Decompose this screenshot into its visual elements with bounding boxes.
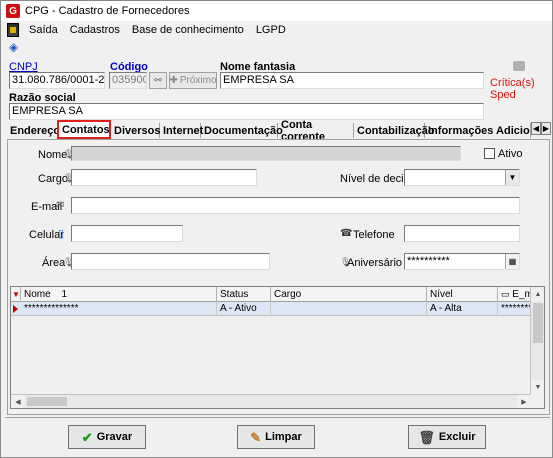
gravar-button-label: Gravar	[96, 431, 133, 443]
main-window: G CPG - Cadastro de Fornecedores Saída C…	[0, 0, 553, 458]
menu-cadastros[interactable]: Cadastros	[64, 24, 126, 36]
gravar-button[interactable]: ✔ Gravar	[68, 425, 146, 449]
tab-informacoes-adicionais[interactable]: Informações Adiciona	[425, 123, 531, 138]
title-bar: G CPG - Cadastro de Fornecedores	[1, 1, 552, 21]
calendar-icon[interactable]: ▦	[505, 254, 519, 269]
table-row[interactable]: ************** A - Ativo A - Alta ******…	[11, 302, 531, 316]
envelope-icon: ✉	[56, 200, 65, 211]
cell-nome[interactable]: **************	[21, 302, 217, 316]
broom-icon: ✎	[250, 429, 262, 445]
limpar-button[interactable]: ✎ Limpar	[237, 425, 315, 449]
tab-contatos[interactable]: Contatos	[57, 120, 111, 139]
current-row-indicator-icon	[13, 305, 18, 313]
cargo-field[interactable]	[71, 169, 257, 186]
scroll-thumb[interactable]	[27, 397, 67, 406]
codigo-field[interactable]: 035900	[109, 72, 147, 89]
checkmark-icon: ✔	[81, 429, 93, 445]
ativo-label: Ativo	[498, 148, 523, 160]
binoculars-search-button[interactable]: ⚯	[149, 72, 167, 89]
tab-scroll-left-button[interactable]: ◀	[531, 122, 541, 135]
trash-icon: 🗑	[418, 429, 435, 445]
area-label: Área	[42, 257, 66, 269]
email-column-icon: ▭	[501, 289, 510, 299]
plus-icon: ✚	[169, 75, 178, 86]
mobile-phone-icon: ▯	[58, 228, 65, 240]
fantasia-field[interactable]: EMPRESA SA	[220, 72, 484, 89]
tab-endereco[interactable]: Endereço	[7, 123, 60, 138]
tab-diversos[interactable]: Diversos	[111, 123, 160, 138]
celular-field[interactable]	[71, 225, 183, 242]
binoculars-icon: ⚯	[154, 75, 162, 85]
column-email[interactable]: ▭ E_ma	[498, 287, 531, 302]
menu-saida[interactable]: Saída	[23, 24, 64, 36]
excluir-button-label: Excluir	[438, 431, 476, 443]
cell-email[interactable]: **********	[498, 302, 531, 316]
razao-field[interactable]: EMPRESA SA	[9, 103, 484, 120]
tab-conta-corrente[interactable]: Conta corrente	[278, 119, 354, 143]
contatos-grid[interactable]: ▼ Nome 1 Status Cargo Nível ▭ E_ma *****…	[10, 286, 545, 409]
column-nome-label: Nome	[24, 289, 51, 300]
excluir-button[interactable]: 🗑 Excluir	[408, 425, 486, 449]
scroll-up-icon[interactable]: ▲	[531, 287, 544, 301]
cell-status[interactable]: A - Ativo	[217, 302, 271, 316]
menu-lgpd[interactable]: LGPD	[250, 24, 292, 36]
sort-indicator: 1	[61, 289, 68, 300]
menu-bar: Saída Cadastros Base de conhecimento LGP…	[1, 21, 552, 39]
app-icon: G	[6, 4, 20, 18]
door-exit-icon	[7, 23, 19, 37]
footer-divider	[5, 417, 550, 418]
window-title: CPG - Cadastro de Fornecedores	[25, 5, 190, 17]
tab-contabilizacao[interactable]: Contabilização	[354, 123, 435, 138]
column-status[interactable]: Status	[217, 287, 271, 302]
telefone-label: Telefone	[353, 229, 395, 241]
tab-internet[interactable]: Internet	[160, 123, 203, 138]
scroll-right-icon[interactable]: ▶	[517, 395, 531, 408]
telefone-field[interactable]	[404, 225, 520, 242]
chevron-down-icon[interactable]: ▼	[505, 170, 519, 185]
aniversario-value: **********	[407, 255, 450, 267]
proximo-button-label: Próximo	[179, 75, 217, 86]
proximo-button[interactable]: ✚ Próximo	[169, 72, 217, 89]
column-cargo[interactable]: Cargo	[271, 287, 427, 302]
cell-cargo[interactable]	[271, 302, 427, 316]
tab-scroll-arrows: ◀ ▶	[531, 122, 551, 135]
email-field[interactable]	[71, 197, 520, 214]
aniversario-label: Aniversário	[347, 257, 403, 269]
scroll-down-icon[interactable]: ▼	[531, 380, 544, 394]
printer-icon[interactable]	[513, 61, 525, 71]
limpar-button-label: Limpar	[265, 431, 302, 443]
grid-horizontal-scrollbar[interactable]: ◀ ▶	[11, 394, 531, 408]
grid-corner: ▼	[11, 287, 21, 302]
navigation-diamond-icon[interactable]: ◈	[9, 41, 21, 53]
tab-bar: Endereço Contatos Diversos Internet Docu…	[7, 119, 550, 143]
cnpj-field[interactable]: 31.080.786/0001-28	[9, 72, 105, 89]
tab-documentacao[interactable]: Documentação	[201, 123, 283, 138]
critica-sped-link[interactable]: Crítica(s) Sped	[490, 77, 552, 101]
tab-scroll-right-button[interactable]: ▶	[541, 122, 551, 135]
area-field[interactable]	[71, 253, 270, 270]
column-nivel[interactable]: Nível	[427, 287, 498, 302]
cell-nivel[interactable]: A - Alta	[427, 302, 498, 316]
scroll-left-icon[interactable]: ◀	[11, 395, 25, 408]
grid-vertical-scrollbar[interactable]: ▲ ▼	[530, 287, 544, 394]
nome-field[interactable]	[71, 146, 461, 161]
nivel-decisao-select[interactable]: ▼	[404, 169, 520, 186]
column-nome[interactable]: Nome 1	[21, 287, 217, 302]
telephone-icon: ☎	[340, 228, 353, 239]
column-email-label: E_ma	[512, 289, 530, 300]
grid-header: ▼ Nome 1 Status Cargo Nível ▭ E_ma	[11, 287, 531, 302]
menu-base-conhecimento[interactable]: Base de conhecimento	[126, 24, 250, 36]
ativo-checkbox[interactable]	[484, 148, 495, 159]
aniversario-field[interactable]: ********** ▦	[404, 253, 520, 270]
scroll-thumb[interactable]	[533, 303, 543, 343]
